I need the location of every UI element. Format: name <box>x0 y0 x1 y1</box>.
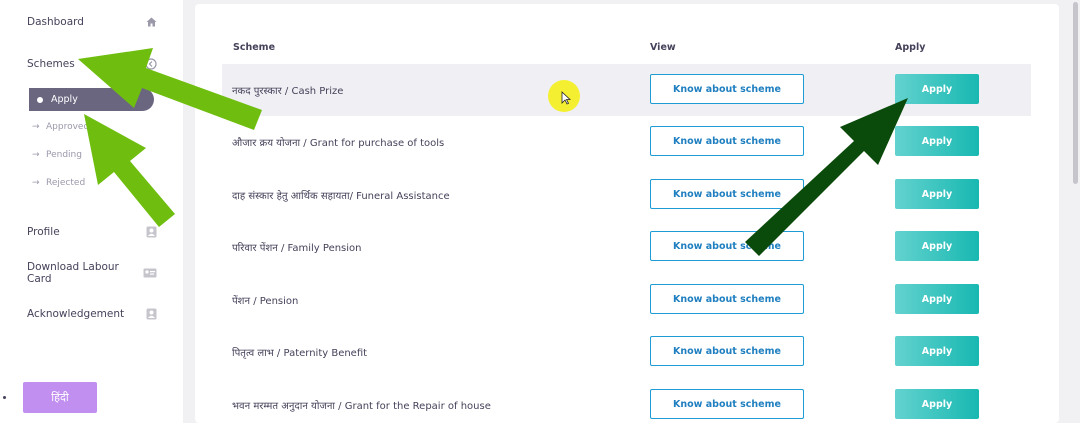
scheme-name: पेंशन / Pension <box>232 296 299 307</box>
sidebar-subitem-label: Apply <box>51 94 78 105</box>
page-scrollbar[interactable] <box>1071 0 1080 423</box>
know-about-scheme-button[interactable]: Know about scheme <box>650 74 804 104</box>
arrow-right-icon: → <box>32 150 40 160</box>
know-about-scheme-button[interactable]: Know about scheme <box>650 284 804 314</box>
sidebar-item-schemes[interactable]: Schemes <box>27 54 157 74</box>
bullet-dot <box>3 396 6 399</box>
profile-icon <box>145 308 157 320</box>
sidebar-subitem-apply[interactable]: Apply <box>29 88 154 111</box>
apply-button[interactable]: Apply <box>895 126 979 156</box>
scrollbar-thumb[interactable] <box>1073 2 1078 184</box>
table-row: पेंशन / Pension Know about scheme Apply <box>222 274 1031 326</box>
active-dot-icon <box>37 96 43 103</box>
sidebar-item-label: Schemes <box>27 58 75 70</box>
sidebar-item-label: Profile <box>27 226 60 238</box>
table-row: परिवार पेंशन / Family Pension Know about… <box>222 221 1031 273</box>
sidebar: Dashboard Schemes Apply → Approved → Pen… <box>0 0 183 423</box>
scheme-name: दाह संस्कार हेतु आर्थिक सहायता/ Funeral … <box>232 191 450 202</box>
sidebar-subitem-approved[interactable]: → Approved <box>32 119 89 135</box>
column-header-apply: Apply <box>895 42 926 53</box>
apply-button[interactable]: Apply <box>895 179 979 209</box>
sidebar-item-label: Acknowledgement <box>27 308 125 320</box>
cursor-highlight <box>548 80 580 112</box>
sidebar-subitem-rejected[interactable]: → Rejected <box>32 175 85 191</box>
sidebar-subitem-label: Approved <box>46 122 90 132</box>
know-about-scheme-button[interactable]: Know about scheme <box>650 389 804 419</box>
know-about-scheme-button[interactable]: Know about scheme <box>650 336 804 366</box>
table-row: नकद पुरस्कार / Cash Prize Know about sch… <box>222 64 1031 116</box>
arrow-circle-icon <box>145 58 157 70</box>
apply-button[interactable]: Apply <box>895 389 979 419</box>
sidebar-item-dashboard[interactable]: Dashboard <box>27 12 157 32</box>
scheme-name: औजार क्रय योजना / Grant for purchase of … <box>232 138 445 149</box>
scheme-name: नकद पुरस्कार / Cash Prize <box>232 86 344 97</box>
home-icon <box>145 16 157 28</box>
apply-button[interactable]: Apply <box>895 231 979 261</box>
id-card-icon <box>143 267 157 279</box>
scheme-name: परिवार पेंशन / Family Pension <box>232 243 362 254</box>
know-about-scheme-button[interactable]: Know about scheme <box>650 179 804 209</box>
sidebar-item-label: Dashboard <box>27 16 84 28</box>
schemes-table-card: Scheme View Apply नकद पुरस्कार / Cash Pr… <box>195 4 1059 423</box>
arrow-right-icon: → <box>32 178 40 188</box>
sidebar-subitem-pending[interactable]: → Pending <box>32 147 82 163</box>
apply-button[interactable]: Apply <box>895 74 979 104</box>
sidebar-item-download-labour-card[interactable]: Download Labour Card <box>27 261 157 285</box>
sidebar-item-label: Download Labour Card <box>27 261 119 285</box>
know-about-scheme-button[interactable]: Know about scheme <box>650 126 804 156</box>
table-row: दाह संस्कार हेतु आर्थिक सहायता/ Funeral … <box>222 169 1031 221</box>
table-row: पितृत्व लाभ / Paternity Benefit Know abo… <box>222 326 1031 378</box>
table-row: औजार क्रय योजना / Grant for purchase of … <box>222 116 1031 168</box>
sidebar-item-profile[interactable]: Profile <box>27 222 157 242</box>
know-about-scheme-button[interactable]: Know about scheme <box>650 231 804 261</box>
sidebar-item-acknowledgement[interactable]: Acknowledgement <box>27 304 157 324</box>
profile-icon <box>145 226 157 238</box>
apply-button[interactable]: Apply <box>895 284 979 314</box>
table-row: भवन मरम्मत अनुदान योजना / Grant for the … <box>222 379 1031 423</box>
scheme-name: भवन मरम्मत अनुदान योजना / Grant for the … <box>232 401 491 412</box>
sidebar-subitem-label: Pending <box>46 150 82 160</box>
column-header-view: View <box>650 42 676 53</box>
language-toggle-button[interactable]: हिंदी <box>23 382 97 413</box>
column-header-scheme: Scheme <box>233 42 276 53</box>
apply-button[interactable]: Apply <box>895 336 979 366</box>
sidebar-subitem-label: Rejected <box>46 178 86 188</box>
scheme-name: पितृत्व लाभ / Paternity Benefit <box>232 348 368 359</box>
arrow-right-icon: → <box>32 122 40 132</box>
